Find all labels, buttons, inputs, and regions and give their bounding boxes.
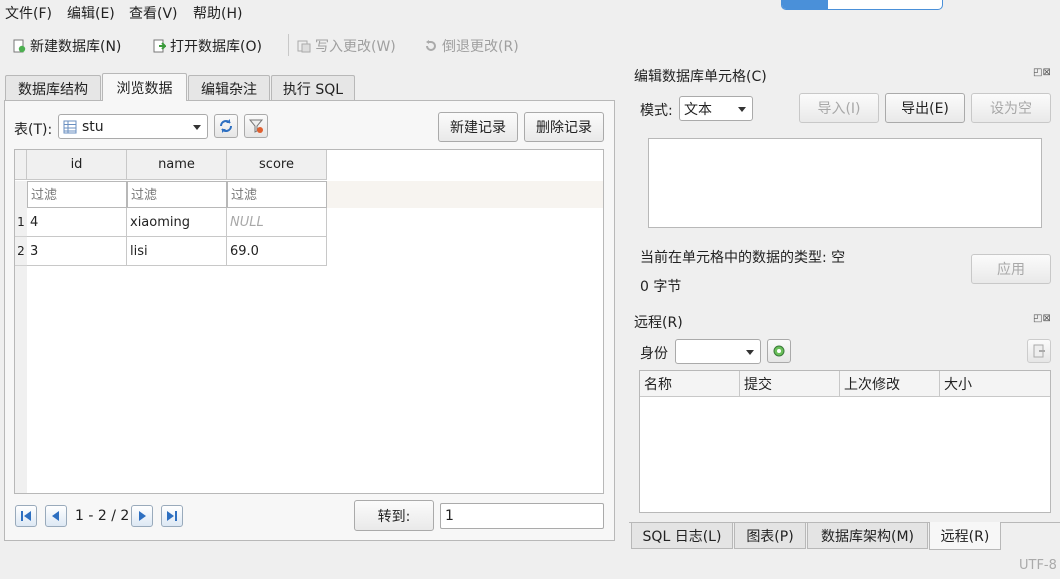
new-database-label: 新建数据库(N)	[30, 39, 122, 55]
revert-changes-button[interactable]: 倒退更改(R)	[424, 36, 519, 56]
data-grid: id name score 1 4 xiaoming NULL 2 3 lisi…	[14, 149, 604, 494]
next-page-button[interactable]	[131, 505, 153, 527]
remote-column-header[interactable]: 提交	[740, 371, 840, 397]
mode-label: 模式:	[640, 103, 673, 119]
filter-row-header	[15, 181, 27, 208]
first-page-icon	[21, 511, 31, 521]
identity-select[interactable]	[675, 339, 761, 364]
apply-button[interactable]: 应用	[971, 254, 1051, 284]
identity-settings-button[interactable]	[767, 339, 791, 363]
new-database-icon	[13, 39, 26, 53]
table-cell[interactable]: NULL	[227, 208, 327, 237]
toolbar: 新建数据库(N) 打开数据库(O) 写入更改(W) 倒退更改(R)	[0, 30, 620, 62]
edit-cell-title: 编辑数据库单元格(C)	[634, 69, 767, 85]
table-cell[interactable]: lisi	[127, 237, 227, 266]
column-header[interactable]: name	[127, 150, 227, 180]
tab-schema[interactable]: 数据库架构(M)	[807, 523, 928, 549]
prev-page-button[interactable]	[45, 505, 67, 527]
last-page-button[interactable]	[161, 505, 183, 527]
new-record-button[interactable]: 新建记录	[438, 112, 518, 142]
first-page-button[interactable]	[15, 505, 37, 527]
open-database-icon	[153, 39, 166, 53]
goto-input[interactable]: 1	[440, 503, 604, 529]
refresh-icon	[220, 119, 232, 133]
filter-input[interactable]	[127, 181, 227, 208]
mode-select[interactable]: 文本	[679, 96, 753, 121]
menu-edit[interactable]: 编辑(E)	[67, 3, 115, 23]
remote-title: 远程(R)	[634, 315, 683, 331]
tab-sql-log[interactable]: SQL 日志(L)	[631, 523, 733, 549]
row-number[interactable]: 1	[15, 208, 27, 237]
tab-edit-pragmas[interactable]: 编辑杂注	[188, 75, 270, 101]
write-changes-icon	[297, 40, 311, 53]
remote-push-button[interactable]	[1027, 339, 1051, 363]
new-database-button[interactable]: 新建数据库(N)	[12, 36, 121, 56]
column-header[interactable]: score	[227, 150, 327, 180]
clear-filter-icon	[248, 119, 264, 133]
tab-execute-sql[interactable]: 执行 SQL	[271, 75, 355, 101]
dock-float-close-icon[interactable]: ◰⊠	[1033, 67, 1051, 78]
push-icon	[1033, 344, 1045, 358]
table-cell[interactable]: 4	[27, 208, 127, 237]
grid-corner	[15, 150, 27, 180]
table-cell[interactable]: xiaoming	[127, 208, 227, 237]
tab-structure[interactable]: 数据库结构	[5, 75, 101, 101]
menu-help[interactable]: 帮助(H)	[193, 3, 242, 23]
chevron-down-icon	[738, 106, 746, 112]
row-header-strip	[15, 266, 27, 493]
remote-column-header[interactable]: 名称	[640, 371, 740, 397]
toolbar-separator	[288, 34, 289, 56]
remote-table: 名称 提交 上次修改 大小	[639, 370, 1051, 513]
chevron-down-icon	[193, 124, 201, 130]
cell-editor[interactable]	[648, 138, 1042, 228]
write-changes-button[interactable]: 写入更改(W)	[297, 36, 396, 56]
open-database-button[interactable]: 打开数据库(O)	[152, 36, 262, 56]
encoding-status: UTF-8	[1019, 558, 1057, 573]
import-button[interactable]: 导入(I)	[799, 93, 879, 123]
column-header[interactable]: id	[27, 150, 127, 180]
dock-float-close-icon[interactable]: ◰⊠	[1033, 313, 1051, 324]
clear-filters-button[interactable]	[244, 114, 268, 138]
revert-changes-icon	[426, 40, 436, 51]
remote-column-header[interactable]: 上次修改	[840, 371, 940, 397]
remote-column-header[interactable]: 大小	[940, 371, 1050, 397]
table-cell[interactable]: 69.0	[227, 237, 327, 266]
filter-input[interactable]	[27, 181, 127, 208]
table-select-value: stu	[82, 118, 104, 135]
table-label: 表(T):	[14, 122, 53, 138]
tab-plot[interactable]: 图表(P)	[734, 523, 806, 549]
set-null-button[interactable]: 设为空	[971, 93, 1051, 123]
last-page-icon	[167, 511, 177, 521]
top-toggle[interactable]	[781, 0, 943, 10]
open-database-label: 打开数据库(O)	[170, 39, 262, 55]
cell-type-info: 当前在单元格中的数据的类型: 空	[640, 250, 846, 266]
table-select[interactable]: stu	[58, 114, 208, 139]
revert-changes-label: 倒退更改(R)	[442, 39, 519, 55]
goto-button[interactable]: 转到:	[354, 500, 434, 531]
filter-input[interactable]	[227, 181, 327, 208]
table-cell[interactable]: 3	[27, 237, 127, 266]
identity-label: 身份	[640, 346, 668, 362]
mode-select-value: 文本	[684, 101, 712, 118]
pagination-status: 1 - 2 / 2	[75, 508, 130, 524]
export-button[interactable]: 导出(E)	[885, 93, 965, 123]
refresh-button[interactable]	[214, 114, 238, 138]
tab-browse[interactable]: 浏览数据	[102, 73, 187, 101]
write-changes-label: 写入更改(W)	[315, 39, 396, 55]
top-toggle-fill	[782, 0, 828, 9]
menu-file[interactable]: 文件(F)	[5, 3, 52, 23]
row-number[interactable]: 2	[15, 237, 27, 266]
tab-remote[interactable]: 远程(R)	[929, 522, 1001, 550]
table-icon	[63, 120, 77, 133]
menu-view[interactable]: 查看(V)	[129, 3, 178, 23]
next-page-icon	[139, 511, 146, 521]
settings-icon	[773, 345, 785, 357]
prev-page-icon	[52, 511, 59, 521]
chevron-down-icon	[746, 349, 754, 355]
cell-size-info: 0 字节	[640, 279, 682, 295]
delete-record-button[interactable]: 删除记录	[524, 112, 604, 142]
